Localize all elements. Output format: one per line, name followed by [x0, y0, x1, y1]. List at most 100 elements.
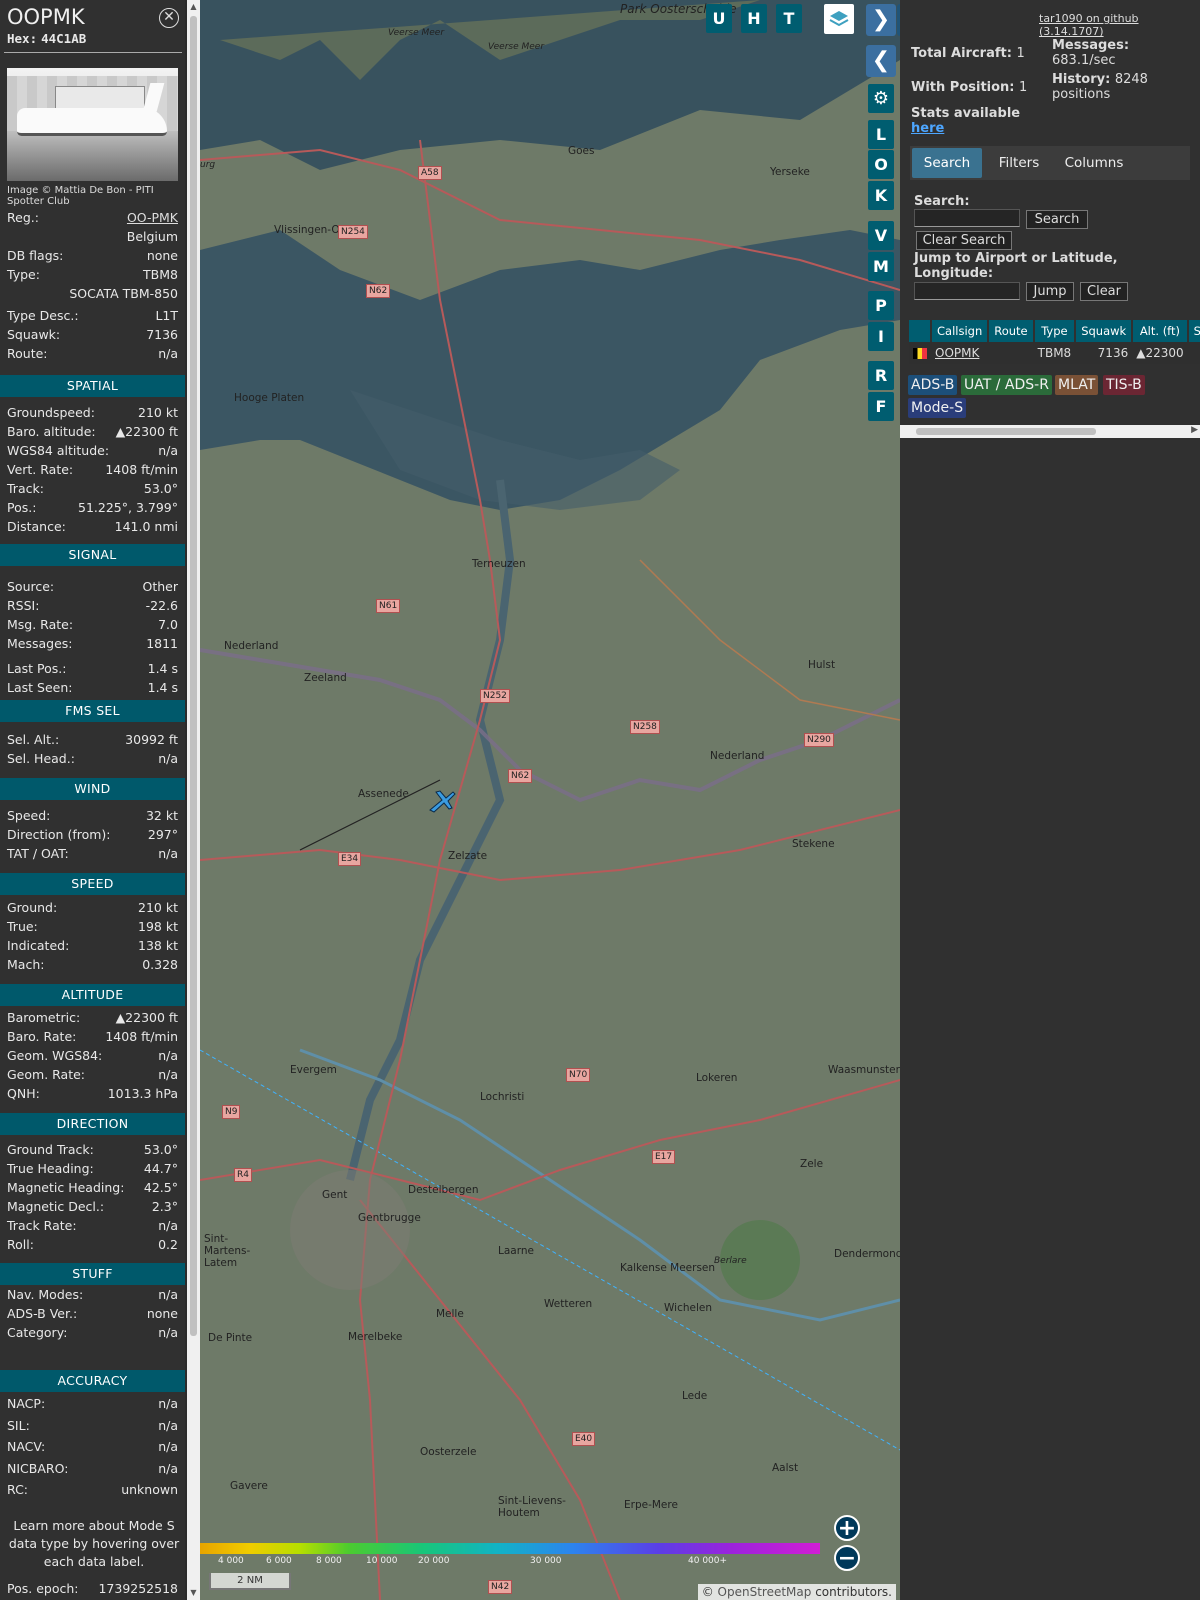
data-row: RC: unknown [7, 1482, 178, 1501]
map-button-K[interactable]: K [868, 181, 894, 210]
table-row[interactable]: OOPMK TBM8 7136 ▲22300 [909, 342, 1200, 364]
toggle-T-button[interactable]: T [776, 4, 802, 33]
info-label: Type: [7, 267, 40, 282]
map-view[interactable]: Park Oosterschelde Veerse Meer Veerse Meer… [200, 0, 900, 1600]
data-value: n/a [158, 1396, 178, 1411]
road-badge: N254 [338, 225, 368, 239]
data-value: none [146, 1306, 178, 1321]
data-label: Geom. Rate: [7, 1067, 86, 1082]
map-button-R[interactable]: R [868, 361, 894, 390]
tab-columns[interactable]: Columns [1054, 148, 1134, 178]
column-header-type[interactable]: Type [1033, 320, 1077, 342]
toggle-H-button[interactable]: H [741, 4, 767, 33]
info-value: SOCATA TBM-850 [69, 286, 178, 301]
zoom-out-button[interactable]: − [834, 1545, 860, 1571]
place-label: Gentbrugge [358, 1212, 421, 1224]
data-value: n/a [158, 1439, 178, 1454]
data-label: Baro. Rate: [7, 1029, 77, 1044]
stats-link[interactable]: here [911, 121, 944, 136]
data-value: n/a [158, 846, 178, 861]
data-label: NACP: [7, 1396, 46, 1411]
data-label: Vert. Rate: [7, 462, 74, 477]
road-badge: N62 [508, 769, 533, 783]
info-row: Belgium [7, 229, 178, 248]
info-value[interactable]: OO-PMK [127, 210, 178, 229]
data-row: Last Seen: 1.4 s [7, 680, 178, 699]
jump-button[interactable]: Jump [1026, 282, 1074, 301]
map-button-F[interactable]: F [868, 392, 894, 421]
data-label: Groundspeed: [7, 405, 95, 420]
place-label: Lochristi [480, 1091, 525, 1103]
stats-available: Stats available here [911, 106, 1021, 136]
data-value: 0.2 [158, 1237, 178, 1252]
place-label: Nederland [224, 640, 279, 652]
chevron-left-icon[interactable]: ❮ [866, 45, 896, 77]
data-value: n/a [158, 1417, 178, 1433]
column-header-route[interactable]: Route [988, 320, 1035, 342]
column-header-flag[interactable] [909, 320, 932, 342]
left-panel-scrollbar[interactable]: ▲ ▼ [187, 0, 200, 1600]
place-label: Terneuzen [472, 558, 526, 570]
map-button-L[interactable]: L [868, 120, 894, 149]
messages-stat: Messages: 683.1/sec [1052, 38, 1130, 68]
data-row: NACV: n/a [7, 1439, 178, 1458]
clear-search-button[interactable]: Clear Search [916, 231, 1012, 250]
data-label: Ground: [7, 900, 58, 915]
info-value: TBM8 [143, 267, 178, 282]
section-header: SPATIAL [0, 375, 185, 397]
place-label: Sint-Martens-Latem [204, 1233, 251, 1269]
data-value: n/a [158, 1325, 178, 1340]
section-header: ACCURACY [0, 1370, 185, 1392]
row-callsign[interactable]: OOPMK [931, 342, 989, 364]
map-button-V[interactable]: V [868, 221, 894, 250]
data-label: Indicated: [7, 938, 70, 953]
osm-link[interactable]: OpenStreetMap [718, 1585, 812, 1599]
data-label: QNH: [7, 1086, 40, 1101]
aircraft-photo[interactable] [7, 68, 178, 181]
section-header: WIND [0, 778, 185, 800]
aircraft-marker-icon[interactable] [426, 786, 458, 814]
data-label: Source: [7, 579, 55, 594]
place-label: Wetteren [544, 1298, 593, 1310]
close-icon[interactable]: ✕ [159, 8, 179, 28]
map-button-P[interactable]: P [868, 291, 894, 320]
data-value: n/a [158, 1067, 178, 1082]
table-horizontal-scrollbar[interactable]: ▶ [900, 425, 1200, 438]
info-value: Belgium [126, 229, 178, 244]
map-button-I[interactable]: I [868, 322, 894, 351]
road-badge: N42 [488, 1580, 513, 1594]
gear-icon[interactable]: ⚙ [868, 84, 894, 113]
data-row: Mach: 0.328 [7, 957, 178, 976]
jump-input[interactable] [914, 282, 1020, 300]
zoom-in-button[interactable]: + [834, 1515, 860, 1541]
tab-filters[interactable]: Filters [986, 148, 1052, 178]
data-value: 1811 [146, 636, 178, 651]
column-header-squawk[interactable]: Squawk [1075, 320, 1134, 342]
search-input[interactable] [914, 209, 1020, 227]
section-header: SIGNAL [0, 544, 185, 566]
map-button-O[interactable]: O [868, 150, 894, 179]
scroll-down-arrow[interactable]: ▼ [189, 1588, 198, 1598]
place-label: Stekene [792, 838, 835, 850]
data-label: WGS84 altitude: [7, 443, 110, 458]
clear-button[interactable]: Clear [1080, 282, 1128, 301]
column-header-alt-ft[interactable]: Alt. (ft) [1132, 320, 1189, 342]
column-header-callsign[interactable]: Callsign [931, 320, 990, 342]
layers-icon[interactable] [824, 4, 854, 34]
scroll-up-arrow[interactable]: ▲ [189, 2, 198, 12]
legend-badge: Mode-S [908, 398, 967, 418]
tab-search[interactable]: Search [912, 148, 982, 178]
data-value: 32 kt [145, 808, 178, 823]
column-header-spd[interactable]: Spd [1187, 320, 1200, 342]
map-button-M[interactable]: M [868, 252, 894, 281]
chevron-right-icon[interactable]: ❯ [866, 4, 896, 36]
toggle-U-button[interactable]: U [706, 4, 732, 33]
search-button[interactable]: Search [1026, 210, 1088, 229]
search-label: Search: [914, 194, 970, 209]
total-aircraft-stat: Total Aircraft: 1 [911, 46, 1025, 61]
data-value: ▲22300 ft [115, 1010, 178, 1025]
place-label: Goes [568, 145, 595, 157]
github-link[interactable]: tar1090 on github (3.14.1707) [1039, 12, 1200, 38]
selected-hex: Hex: 44C1AB [7, 31, 87, 46]
place-label: Aalst [772, 1462, 799, 1474]
